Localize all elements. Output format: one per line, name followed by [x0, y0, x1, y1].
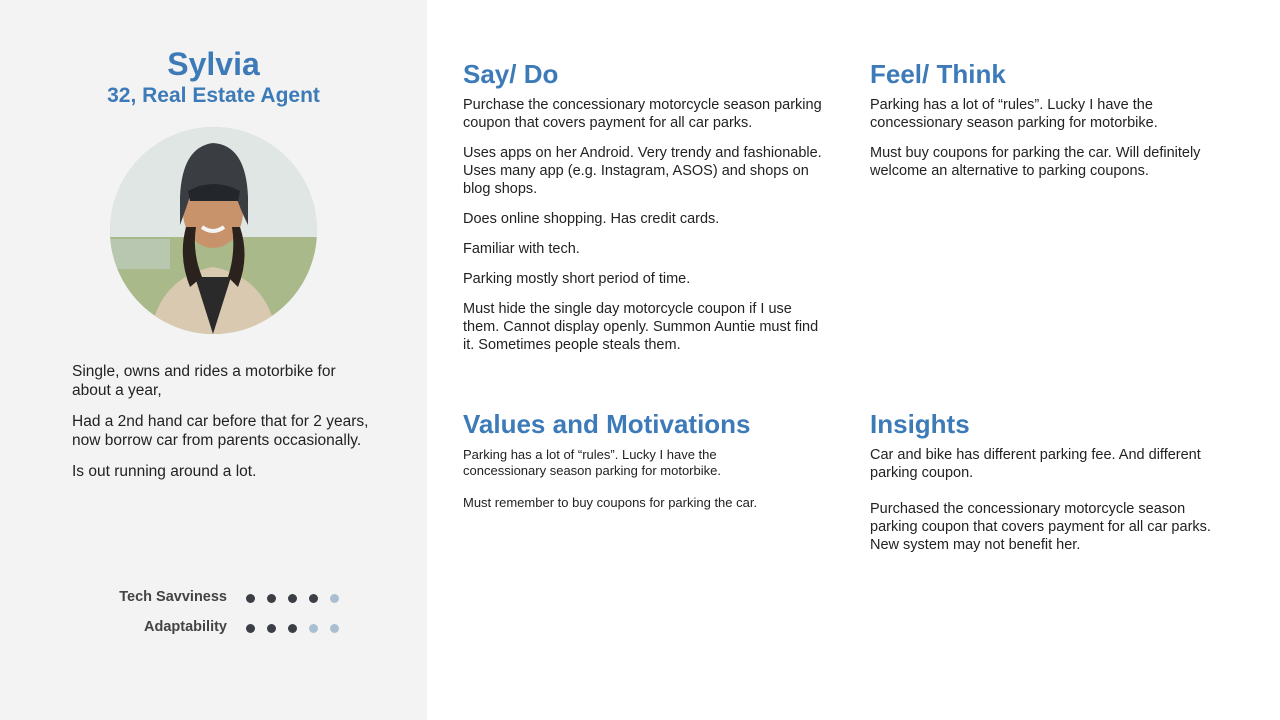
persona-name: Sylvia [167, 46, 260, 82]
section-body: Purchase the concessionary motorcycle se… [463, 96, 823, 354]
section-body: Parking has a lot of “rules”. Lucky I ha… [870, 96, 1230, 180]
rating-dot-filled [288, 624, 297, 633]
persona-avatar [110, 127, 317, 334]
section-item: Car and bike has different parking fee. … [870, 447, 1201, 481]
section-item: Does online shopping. Has credit cards. [463, 211, 720, 227]
section-item: Purchase the concessionary motorcycle se… [463, 97, 822, 131]
rating-label: Tech Savviness [119, 589, 227, 605]
rating-dot-filled [309, 594, 318, 603]
rating-dot-filled [246, 594, 255, 603]
section-item: Purchased the concessionary motorcycle s… [870, 501, 1211, 553]
rating-dot-empty [309, 624, 318, 633]
section-insights: Insights Car and bike has different park… [870, 408, 1230, 572]
bio-line: Single, owns and rides a motorbike for a… [72, 363, 336, 399]
section-title: Values and Motivations [463, 409, 751, 439]
persona-sidebar: Sylvia 32, Real Estate Agent Single, own… [0, 0, 427, 720]
section-title: Insights [870, 409, 970, 439]
section-item: Parking mostly short period of time. [463, 271, 691, 287]
section-item: Parking has a lot of “rules”. Lucky I ha… [463, 447, 721, 478]
section-values-motivations: Values and Motivations Parking has a lot… [463, 408, 793, 527]
rating-dot-filled [246, 624, 255, 633]
rating-dot-filled [267, 624, 276, 633]
persona-bio: Single, owns and rides a motorbike for a… [72, 362, 372, 493]
section-item: Must remember to buy coupons for parking… [463, 495, 758, 510]
section-item: Parking has a lot of “rules”. Lucky I ha… [870, 97, 1158, 131]
rating-dot-filled [288, 594, 297, 603]
section-title: Feel/ Think [870, 59, 1006, 89]
rating-dot-filled [267, 594, 276, 603]
section-feel-think: Feel/ Think Parking has a lot of “rules”… [870, 58, 1230, 192]
section-item: Familiar with tech. [463, 241, 580, 257]
rating-dot-empty [330, 594, 339, 603]
rating-label: Adaptability [144, 619, 227, 635]
section-item: Uses apps on her Android. Very trendy an… [463, 145, 822, 197]
section-body: Parking has a lot of “rules”. Lucky I ha… [463, 447, 793, 511]
bio-line: Is out running around a lot. [72, 463, 257, 480]
section-item: Must hide the single day motorcycle coup… [463, 301, 819, 353]
rating-dot-empty [330, 624, 339, 633]
section-title: Say/ Do [463, 59, 559, 89]
section-item: Must buy coupons for parking the car. Wi… [870, 145, 1201, 179]
rating-tech-savviness: Tech Savviness [0, 589, 427, 609]
section-body: Car and bike has different parking fee. … [870, 446, 1230, 554]
persona-photo [110, 127, 317, 334]
persona-subtitle: 32, Real Estate Agent [107, 84, 320, 107]
bio-line: Had a 2nd hand car before that for 2 yea… [72, 413, 369, 449]
rating-adaptability: Adaptability [0, 619, 427, 639]
section-say-do: Say/ Do Purchase the concessionary motor… [463, 58, 823, 366]
